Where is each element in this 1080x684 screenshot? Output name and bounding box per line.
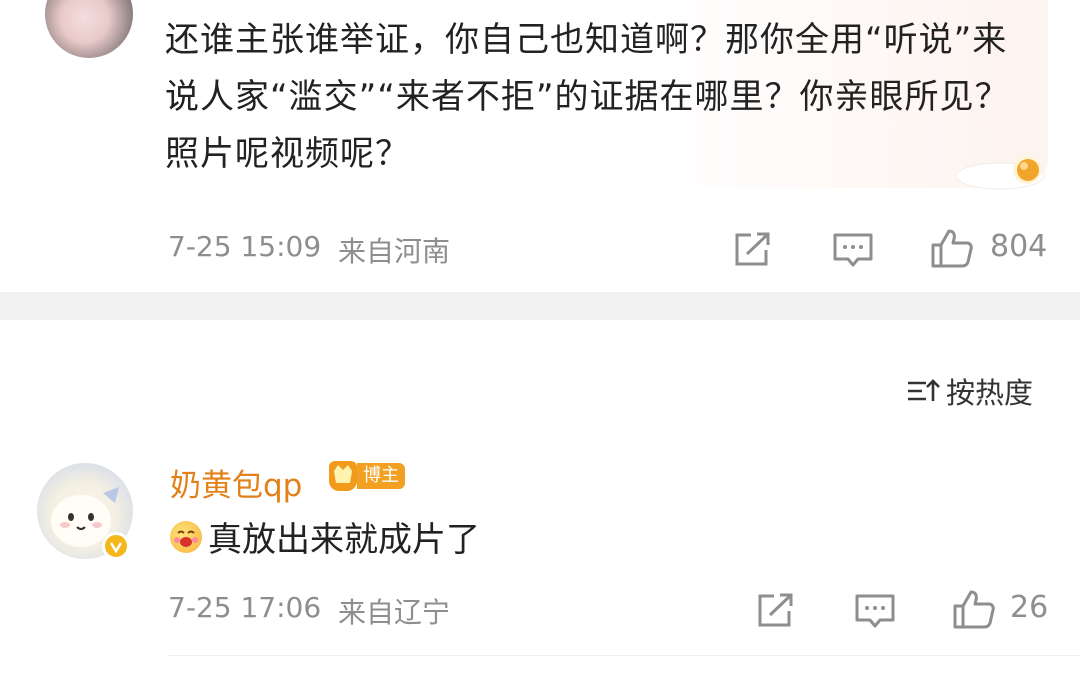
avatar[interactable] — [45, 0, 133, 58]
emoji-icon — [170, 520, 202, 553]
section-divider — [0, 292, 1080, 320]
comment-text-body: 真放出来就成片了 — [208, 520, 480, 560]
like-icon[interactable] — [930, 227, 974, 269]
badge-crown-icon — [329, 461, 357, 491]
comment-location: 来自河南 — [338, 235, 451, 268]
sort-button[interactable]: 按热度 — [906, 370, 1033, 412]
badge-label: 博主 — [357, 463, 405, 489]
comment-icon[interactable] — [832, 231, 874, 269]
like-count: 26 — [1010, 590, 1049, 625]
sort-icon — [908, 379, 940, 401]
sort-label: 按热度 — [946, 376, 1034, 410]
comment-time: 7-25 17:06 — [168, 591, 322, 624]
share-icon[interactable] — [733, 230, 775, 268]
comment-text: 还谁主张谁举证，你自己也知道啊？那你全用“听说”来说人家“滥交”“来者不拒”的证… — [165, 20, 1010, 174]
like-count: 804 — [990, 229, 1048, 264]
username[interactable]: 奶黄包qp — [170, 460, 302, 505]
row-divider — [168, 655, 1080, 656]
comment-icon[interactable] — [854, 592, 896, 630]
share-icon[interactable] — [756, 591, 798, 629]
comment-text: 真放出来就成片了 — [170, 512, 480, 561]
like-icon[interactable] — [952, 588, 996, 630]
comment-time: 7-25 15:09 — [168, 230, 322, 263]
blogger-badge: 博主 — [329, 461, 405, 491]
comment-location: 来自辽宁 — [338, 596, 451, 629]
verified-icon — [102, 532, 130, 560]
egg-decoration — [955, 156, 1045, 190]
